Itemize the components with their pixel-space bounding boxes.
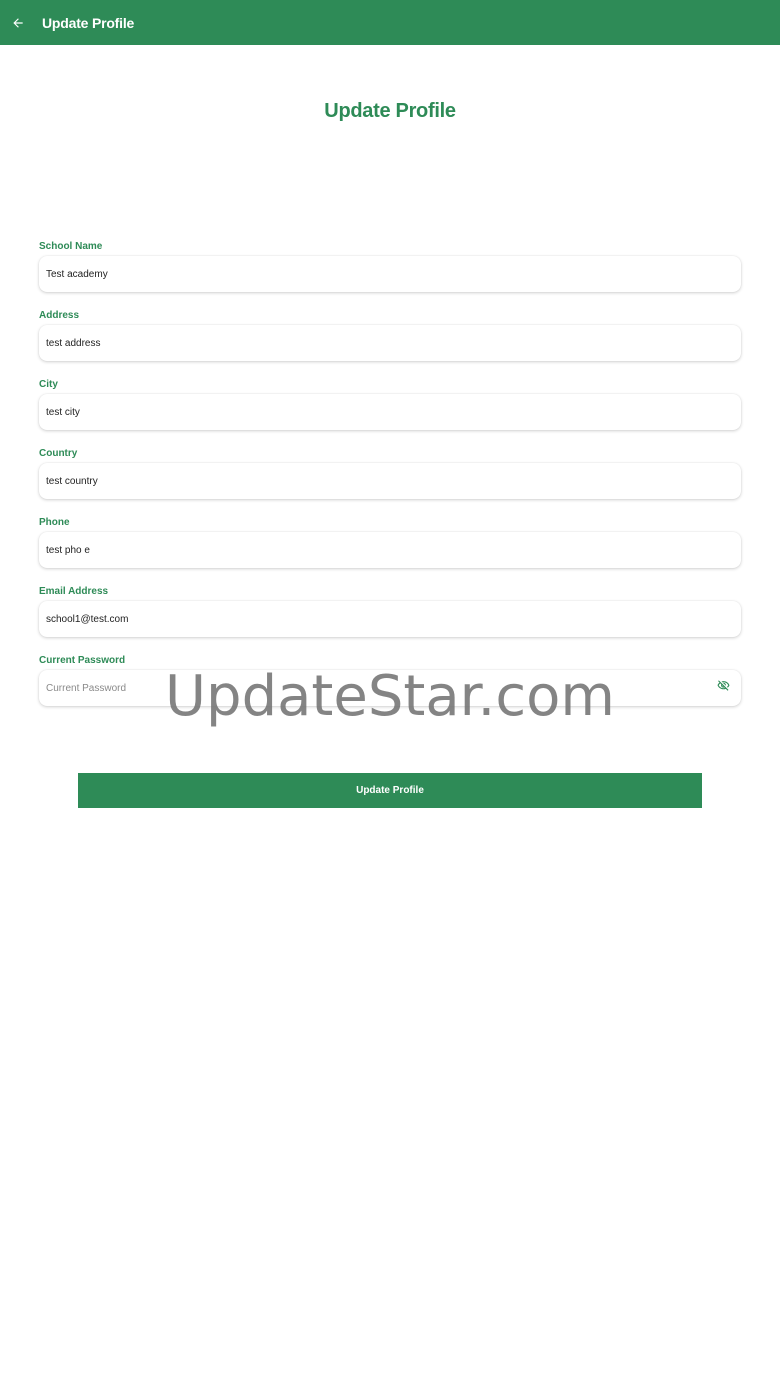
arrow-left-icon (11, 16, 25, 30)
phone-group: Phone (39, 516, 741, 585)
current-password-group: Current Password (39, 654, 741, 723)
address-field-box (39, 325, 741, 361)
page-title: Update Profile (324, 100, 456, 122)
page: Update Profile Update Profile School Nam… (0, 0, 780, 1387)
city-label: City (39, 379, 58, 390)
current-password-field-box (39, 670, 741, 706)
school-name-field-box (39, 256, 741, 292)
country-input[interactable] (46, 475, 734, 487)
current-password-input[interactable] (46, 682, 715, 694)
phone-label: Phone (39, 517, 70, 528)
phone-input[interactable] (46, 544, 734, 556)
app-bar: Update Profile (0, 0, 780, 45)
address-label: Address (39, 310, 80, 321)
email-input[interactable] (46, 613, 734, 625)
country-group: Country (39, 447, 741, 516)
country-field-box (39, 463, 741, 499)
email-group: Email Address (39, 585, 741, 654)
phone-field-box (39, 532, 741, 568)
back-button[interactable] (0, 0, 36, 45)
email-field-box (39, 601, 741, 637)
school-name-input[interactable] (46, 268, 734, 280)
school-name-group: School Name (39, 240, 741, 309)
eye-off-icon (717, 679, 730, 697)
current-password-label: Current Password (39, 655, 126, 666)
address-group: Address (39, 309, 741, 378)
city-field-box (39, 394, 741, 430)
school-name-label: School Name (39, 241, 103, 252)
update-profile-button[interactable]: Update Profile (78, 773, 702, 808)
address-input[interactable] (46, 337, 734, 349)
profile-form: School Name Address City Country Phone (39, 240, 741, 723)
email-label: Email Address (39, 586, 109, 597)
city-group: City (39, 378, 741, 447)
country-label: Country (39, 448, 78, 459)
city-input[interactable] (46, 406, 734, 418)
app-bar-title: Update Profile (42, 14, 135, 31)
toggle-password-visibility-button[interactable] (715, 680, 731, 696)
